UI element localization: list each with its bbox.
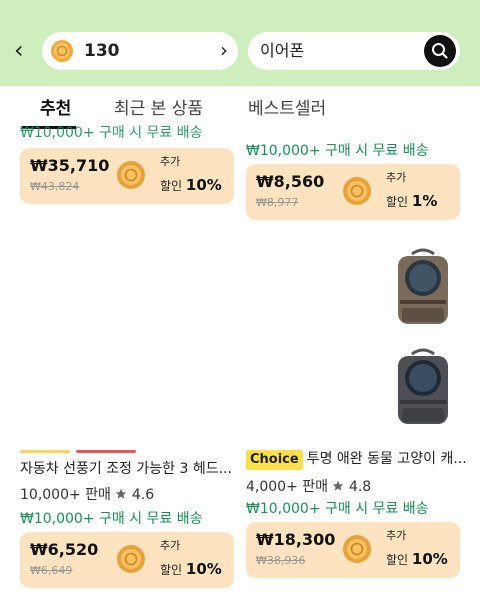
original-price: ₩6,649: [30, 564, 73, 577]
product-card[interactable]: ₩10,000+ 구매 시 무료 배송 ₩8,560 ₩8,977 추가 할인 …: [246, 132, 462, 222]
backpack-image: [398, 348, 448, 424]
coin-count: 130: [84, 41, 120, 61]
discount-value: 1%: [411, 192, 438, 210]
product-card[interactable]: Choice 투명 애완 동물 고양이 캐... 4,000+ 판매 4.8 ₩1…: [246, 450, 467, 594]
search-button[interactable]: [424, 35, 456, 67]
tab-bestseller[interactable]: 베스트셀러: [248, 98, 326, 120]
discount-prefix: 할인: [386, 553, 409, 567]
product-title: 투명 애완 동물 고양이 캐...: [306, 451, 467, 467]
sales-count: 4,000+ 판매: [246, 479, 329, 495]
price-box: ₩6,520 ₩6,649 추가 할인 10%: [20, 532, 234, 588]
variant-bar: [20, 450, 70, 453]
search-input[interactable]: 이어폰: [260, 40, 304, 62]
extra-label: 추가: [386, 529, 407, 542]
product-image[interactable]: [392, 248, 454, 328]
back-button[interactable]: ‹: [14, 36, 34, 64]
star-icon: [116, 488, 127, 499]
discount-value: 10%: [185, 176, 222, 194]
free-shipping-label: ₩10,000+ 구매 시 무료 배송: [246, 501, 429, 517]
original-price: ₩43,824: [30, 180, 80, 193]
search-bar[interactable]: 이어폰: [248, 32, 460, 70]
rating-value: 4.6: [131, 487, 155, 503]
coin-icon: [116, 160, 146, 194]
search-icon: [432, 43, 448, 59]
product-image[interactable]: [392, 348, 454, 428]
discount-label: 할인 10%: [160, 176, 222, 195]
coin-icon: [116, 544, 146, 578]
price: ₩35,710: [30, 156, 110, 175]
discount-prefix: 할인: [160, 179, 183, 193]
free-shipping-label: ₩10,000+ 구매 시 무료 배송: [20, 511, 203, 527]
price: ₩8,560: [256, 172, 325, 191]
product-card[interactable]: 자동차 선풍기 조정 가능한 3 헤드... 10,000+ 판매 4.6 ₩1…: [20, 460, 236, 594]
price-box: ₩8,560 ₩8,977 추가 할인 1%: [246, 164, 460, 220]
rating-value: 4.8: [348, 479, 372, 495]
variant-bar: [76, 450, 136, 453]
price: ₩6,520: [30, 540, 99, 559]
price-box: ₩35,710 ₩43,824 추가 할인 10%: [20, 148, 234, 204]
sales-count: 10,000+ 판매: [20, 487, 111, 503]
chevron-right-icon: ›: [220, 38, 228, 62]
original-price: ₩8,977: [256, 196, 299, 209]
sales-rating-row: 4,000+ 판매 4.8: [246, 478, 371, 496]
sales-rating-row: 10,000+ 판매 4.6: [20, 486, 154, 504]
free-shipping-label: ₩10,000+ 구매 시 무료 배송: [246, 143, 429, 159]
product-card[interactable]: ₩10,000+ 구매 시 무료 배송 ₩35,710 ₩43,824 추가 할…: [20, 125, 236, 212]
discount-label: 할인 10%: [386, 550, 448, 569]
choice-badge: Choice: [246, 450, 303, 470]
price-box: ₩18,300 ₩38,936 추가 할인 10%: [246, 522, 460, 578]
tab-recommend[interactable]: 추천: [40, 98, 71, 120]
price: ₩18,300: [256, 530, 336, 549]
product-title-row: Choice 투명 애완 동물 고양이 캐...: [246, 450, 467, 470]
free-shipping-label: ₩10,000+ 구매 시 무료 배송: [20, 125, 203, 141]
coin-icon: [50, 39, 74, 67]
original-price: ₩38,936: [256, 554, 306, 567]
discount-prefix: 할인: [386, 195, 409, 209]
product-title: 자동차 선풍기 조정 가능한 3 헤드...: [20, 461, 232, 477]
discount-label: 할인 10%: [160, 560, 222, 579]
coin-icon: [342, 176, 372, 210]
star-icon: [333, 480, 344, 491]
coin-icon: [342, 534, 372, 568]
discount-label: 할인 1%: [386, 192, 437, 211]
backpack-image: [398, 248, 448, 324]
extra-label: 추가: [386, 171, 407, 184]
extra-label: 추가: [160, 539, 181, 552]
discount-value: 10%: [411, 550, 448, 568]
app-header: ‹ 130 › 이어폰: [0, 0, 480, 86]
extra-label: 추가: [160, 155, 181, 168]
discount-value: 10%: [185, 560, 222, 578]
coin-balance-button[interactable]: 130 ›: [42, 32, 238, 70]
discount-prefix: 할인: [160, 563, 183, 577]
tab-recently-viewed[interactable]: 최근 본 상품: [114, 98, 203, 120]
